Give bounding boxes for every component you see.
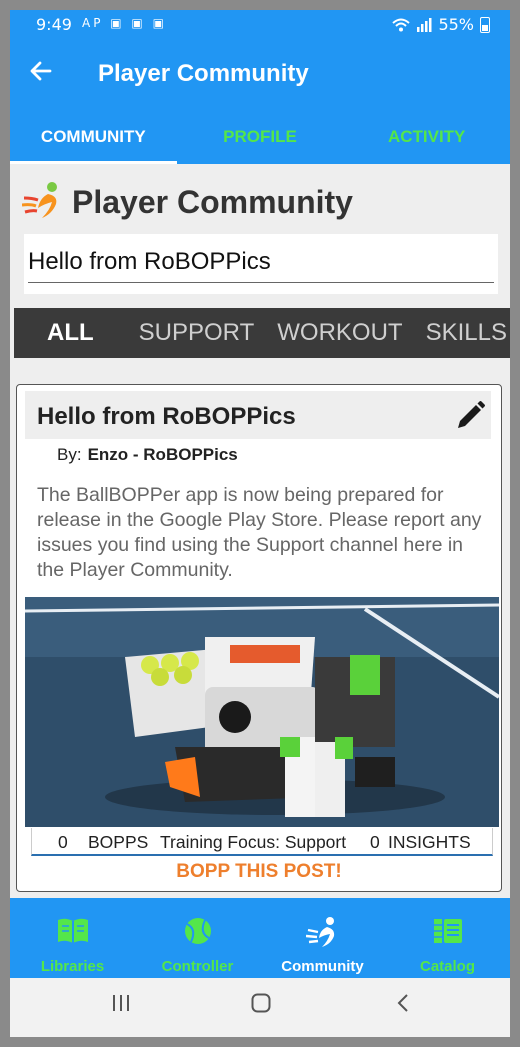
bopp-post-button[interactable]: BOPP THIS POST!	[17, 861, 501, 883]
pencil-icon[interactable]	[453, 399, 487, 433]
post-image	[25, 597, 499, 827]
nav-community-label: Community	[281, 958, 364, 975]
nav-libraries[interactable]: Libraries	[10, 898, 135, 978]
tennis-ball-icon	[184, 918, 211, 944]
signal-icon	[417, 17, 432, 32]
category-skills[interactable]: SKILLS	[426, 308, 507, 358]
status-bar: 9:49 AP ▣ ▣ ▣ 55%	[10, 10, 510, 38]
post-stats-bar: 0 BOPPS Training Focus: Support 0 INSIGH…	[31, 828, 493, 856]
nav-controller-label: Controller	[161, 958, 234, 975]
tab-profile[interactable]: PROFILE	[177, 110, 344, 164]
post-author: Enzo - RoBOPPics	[87, 445, 238, 464]
nav-community[interactable]: Community	[260, 898, 385, 978]
post-header: Hello from RoBOPPics	[25, 391, 491, 439]
post-search-input[interactable]	[28, 242, 494, 283]
top-tabs: COMMUNITY PROFILE ACTIVITY	[10, 110, 510, 164]
system-nav-bar	[10, 978, 510, 1037]
category-workout[interactable]: WORKOUT	[277, 308, 402, 358]
tab-activity[interactable]: ACTIVITY	[343, 110, 510, 164]
phone-screen: 9:49 AP ▣ ▣ ▣ 55% Player Community COMMU…	[10, 10, 510, 1037]
battery-icon	[480, 16, 490, 33]
app-bar-title: Player Community	[98, 60, 309, 87]
category-support[interactable]: SUPPORT	[139, 308, 255, 358]
home-icon[interactable]	[250, 992, 272, 1014]
category-bar: ALL SUPPORT WORKOUT SKILLS	[14, 308, 510, 358]
category-all[interactable]: ALL	[47, 308, 94, 358]
community-header: Player Community	[10, 164, 510, 234]
nav-catalog[interactable]: Catalog	[385, 898, 510, 978]
insights-count: 0	[370, 832, 380, 852]
tab-community[interactable]: COMMUNITY	[10, 110, 177, 164]
nav-catalog-label: Catalog	[419, 958, 475, 975]
catalog-icon	[433, 919, 462, 943]
status-time: 9:49	[36, 15, 72, 34]
wifi-icon	[392, 18, 411, 31]
page-title: Player Community	[72, 184, 353, 220]
byline-label: By:	[57, 445, 82, 464]
recents-icon[interactable]	[110, 992, 132, 1014]
training-focus: Training Focus: Support	[160, 832, 347, 852]
post-card[interactable]: Hello from RoBOPPics By: Enzo - RoBOPPics…	[16, 384, 502, 892]
bottom-nav: Libraries Controller Community Catalog	[10, 898, 510, 978]
nav-controller[interactable]: Controller	[135, 898, 260, 978]
post-title: Hello from RoBOPPics	[37, 403, 296, 430]
system-back-icon[interactable]	[392, 992, 414, 1014]
bopps-count: 0	[58, 832, 68, 852]
runner-logo-icon	[22, 182, 57, 218]
runner-icon	[305, 917, 334, 947]
notification-icons: AP ▣ ▣ ▣	[82, 16, 167, 30]
battery-percent: 55%	[438, 15, 474, 34]
nav-libraries-label: Libraries	[40, 958, 105, 975]
app-bar: Player Community	[10, 38, 510, 110]
insights-label: INSIGHTS	[388, 832, 471, 852]
post-byline: By: Enzo - RoBOPPics	[57, 445, 238, 465]
bopps-label: BOPPS	[88, 832, 149, 852]
search-container	[24, 234, 498, 294]
arrow-left-icon[interactable]	[28, 58, 54, 84]
post-body: The BallBOPPer app is now being prepared…	[37, 484, 482, 581]
book-icon	[57, 918, 88, 943]
